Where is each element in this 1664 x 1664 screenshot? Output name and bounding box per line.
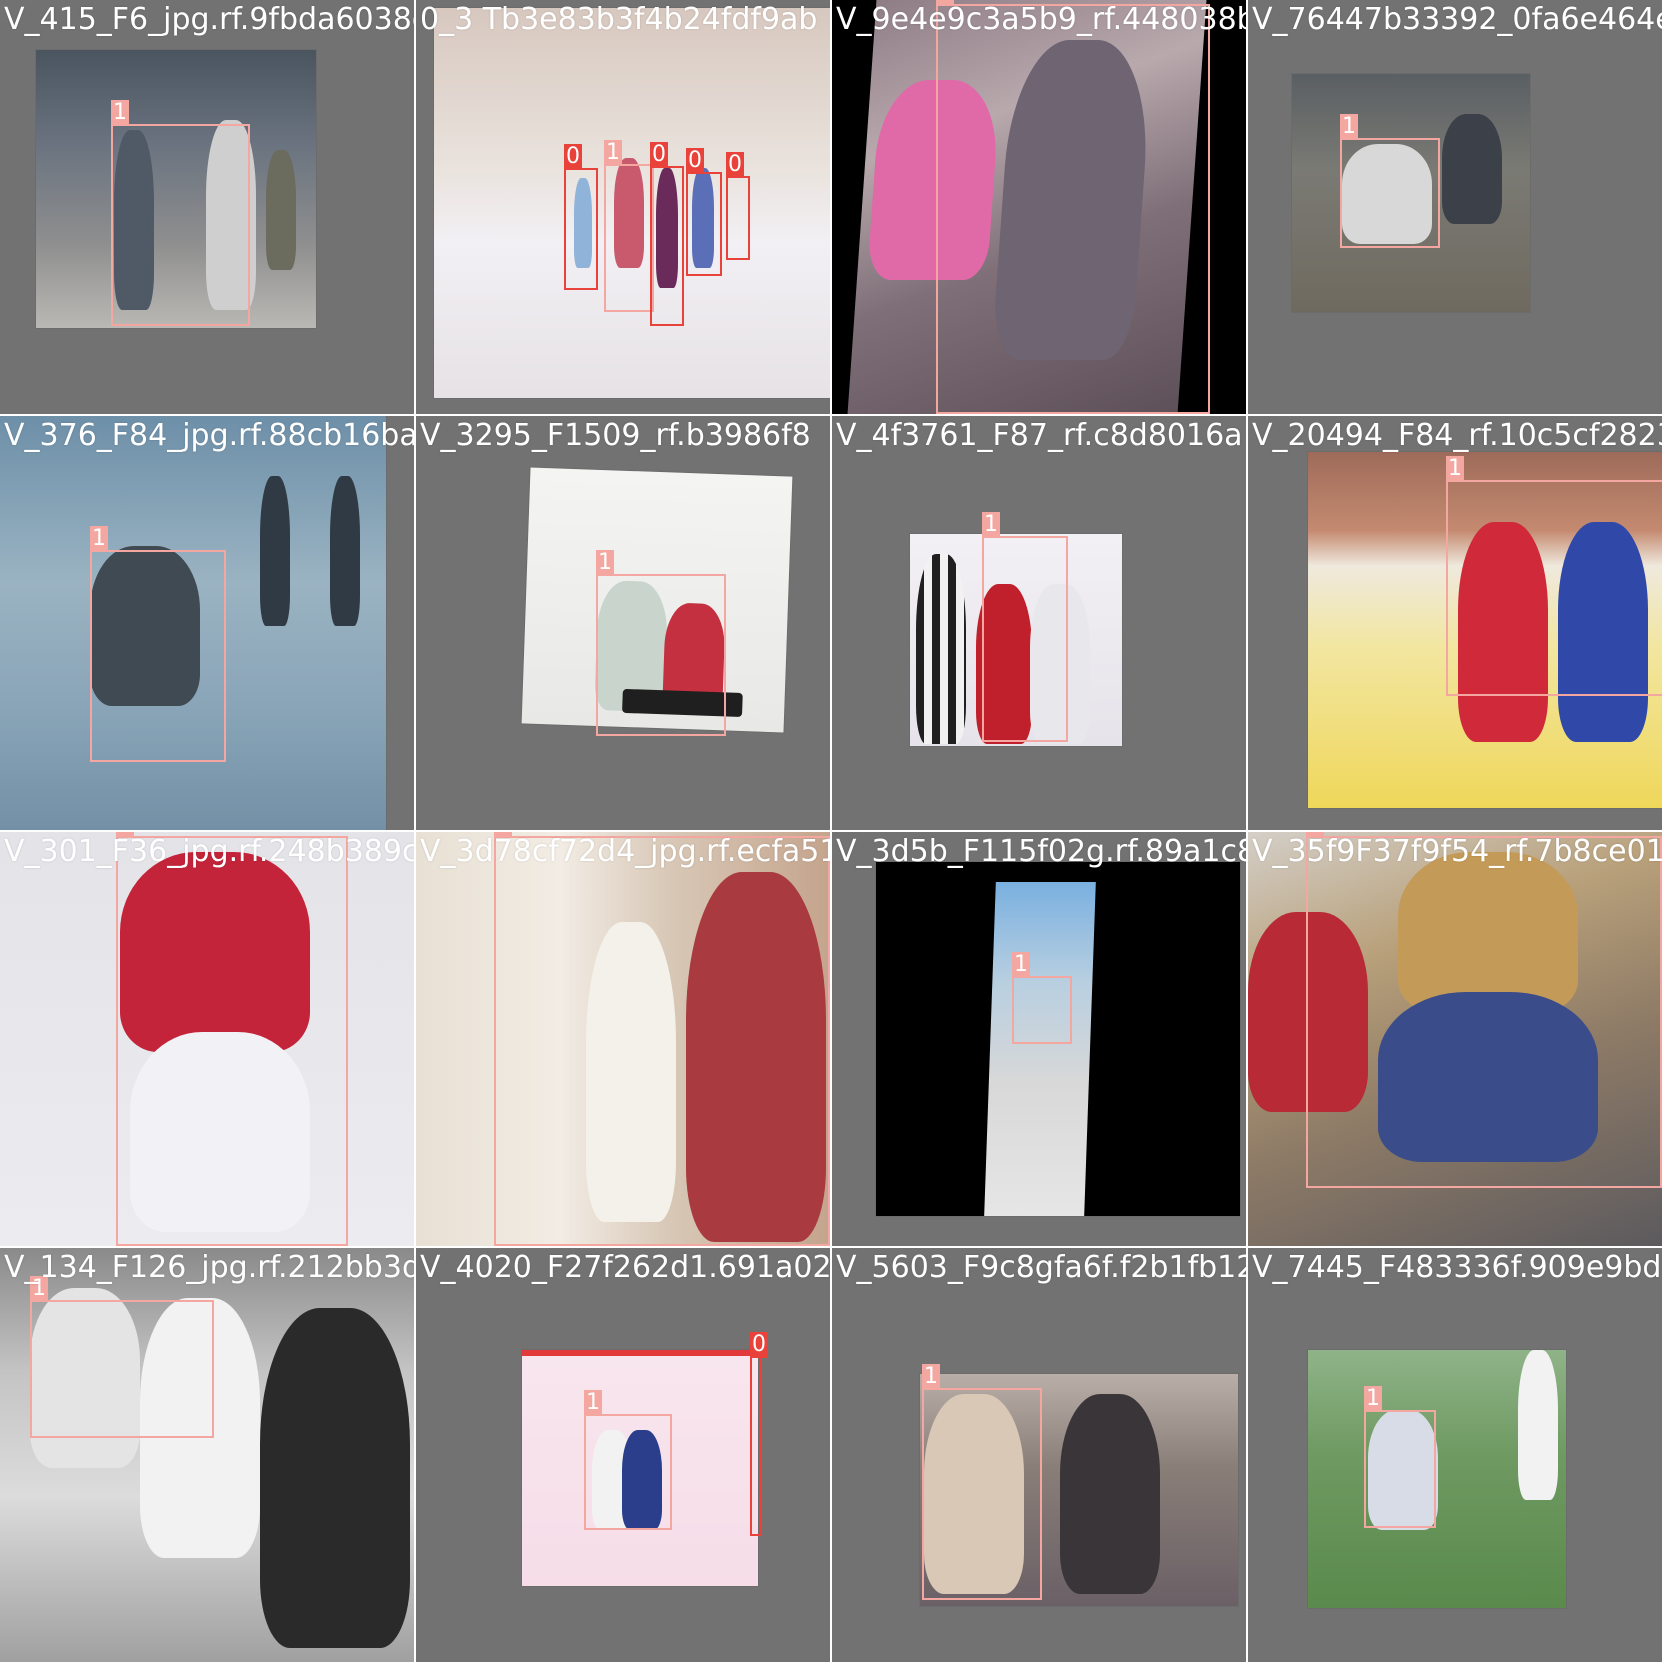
tile-photo — [1308, 1350, 1566, 1608]
tile-filename: V_376_F84_jpg.rf.88cb16ba — [4, 418, 416, 453]
class-label: 1 — [604, 140, 622, 166]
detection-box: 1 — [1340, 114, 1440, 248]
class-label: 1 — [111, 100, 129, 126]
tile-filename: V_134_F126_jpg.rf.212bb3d — [4, 1250, 416, 1285]
mosaic-tile: 1 V_134_F126_jpg.rf.212bb3d — [0, 1248, 416, 1664]
mosaic-tile: 1 V_376_F84_jpg.rf.88cb16ba — [0, 416, 416, 832]
tile-filename: V_4020_F27f262d1.691a022e — [420, 1250, 832, 1285]
tile-filename: V_4f3761_F87_rf.c8d8016a — [836, 418, 1243, 453]
mosaic-tile: 1 V_35f9F37f9f54_rf.7b8ce01e — [1248, 832, 1664, 1248]
detection-box: 1 — [922, 1364, 1042, 1600]
mosaic-tile: 1 V_5603_F9c8gfa6f.f2b1fb126 — [832, 1248, 1248, 1664]
tile-filename: V_9e4e9c3a5b9_rf.448038b6 — [836, 2, 1248, 37]
tile-filename: V_35f9F37f9f54_rf.7b8ce01e — [1252, 834, 1664, 869]
detection-box: 1 — [936, 0, 1210, 414]
class-label: 1 — [1012, 952, 1030, 978]
detection-box: 0 — [686, 148, 722, 276]
mosaic-tile: 1 V_9e4e9c3a5b9_rf.448038b6 — [832, 0, 1248, 416]
mosaic-tile: 1 V_7445_F483336f.909e9bd1 — [1248, 1248, 1664, 1664]
class-label: 1 — [1446, 456, 1464, 482]
detection-box: 0 — [726, 152, 750, 260]
mosaic-tile: 1 V_415_F6_jpg.rf.9fbda6038d — [0, 0, 416, 416]
class-label: 1 — [922, 1364, 940, 1390]
class-label: 0 — [650, 142, 668, 168]
tile-filename: V_415_F6_jpg.rf.9fbda6038d — [4, 2, 416, 37]
mosaic-tile: 1 V_20494_F84_rf.10c5cf2823 — [1248, 416, 1664, 832]
class-label: 1 — [982, 512, 1000, 538]
tile-filename: V_20494_F84_rf.10c5cf2823 — [1252, 418, 1664, 453]
class-label: 1 — [1364, 1386, 1382, 1412]
detection-box: 1 — [1012, 952, 1072, 1044]
detection-box: 1 — [30, 1276, 214, 1438]
class-label: 1 — [596, 550, 614, 576]
detection-box: 1 — [604, 140, 654, 312]
mosaic-tile: 1 V_4f3761_F87_rf.c8d8016a — [832, 416, 1248, 832]
tile-filename: V_301_F36_jpg.rf.248b389c — [4, 834, 416, 869]
class-label: 0 — [686, 148, 704, 174]
tile-filename: V_3d5b_F115f02g.rf.89a1c89 — [836, 834, 1248, 869]
detection-box: 1 — [584, 1390, 672, 1530]
class-label: 0 — [726, 152, 744, 178]
class-label: 1 — [584, 1390, 602, 1416]
detection-box: 1 — [1364, 1386, 1436, 1528]
tile-filename: V_7445_F483336f.909e9bd1 — [1252, 1250, 1664, 1285]
mosaic-tile: 1 0 V_4020_F27f262d1.691a022e — [416, 1248, 832, 1664]
detection-box: 1 — [596, 550, 726, 736]
detection-box: 1 — [1446, 456, 1662, 696]
tile-filename: V_76447b33392_0fa6e464efa — [1252, 2, 1664, 37]
image-mosaic-grid: 1 V_415_F6_jpg.rf.9fbda6038d 0 1 0 0 0 0… — [0, 0, 1664, 1664]
detection-box: 0 — [650, 142, 684, 326]
mosaic-tile: 1 V_3d5b_F115f02g.rf.89a1c89 — [832, 832, 1248, 1248]
tile-filename: V_5603_F9c8gfa6f.f2b1fb126 — [836, 1250, 1248, 1285]
detection-box: 0 — [750, 1332, 768, 1536]
detection-box: 1 — [494, 832, 830, 1246]
detection-box: 1 — [1306, 832, 1662, 1188]
tile-filename: V_3d78cf72d4_jpg.rf.ecfa51f5 — [420, 834, 832, 869]
detection-box: 1 — [90, 526, 226, 762]
mosaic-tile: 0 1 0 0 0 0_3 Tb3e83b3f4b24fdf9ab — [416, 0, 832, 416]
detection-box: 1 — [111, 100, 250, 326]
class-label: 0 — [750, 1332, 768, 1358]
detection-box: 1 — [982, 512, 1068, 742]
mosaic-tile: 1 V_301_F36_jpg.rf.248b389c — [0, 832, 416, 1248]
detection-box: 0 — [564, 144, 598, 290]
tile-filename: 0_3 Tb3e83b3f4b24fdf9ab — [420, 2, 818, 37]
mosaic-tile: 1 V_3295_F1509_rf.b3986f8 — [416, 416, 832, 832]
class-label: 1 — [90, 526, 108, 552]
mosaic-tile: 1 V_3d78cf72d4_jpg.rf.ecfa51f5 — [416, 832, 832, 1248]
tile-filename: V_3295_F1509_rf.b3986f8 — [420, 418, 811, 453]
mosaic-tile: 1 V_76447b33392_0fa6e464efa — [1248, 0, 1664, 416]
class-label: 0 — [564, 144, 582, 170]
detection-box: 1 — [116, 832, 348, 1246]
class-label: 1 — [1340, 114, 1358, 140]
